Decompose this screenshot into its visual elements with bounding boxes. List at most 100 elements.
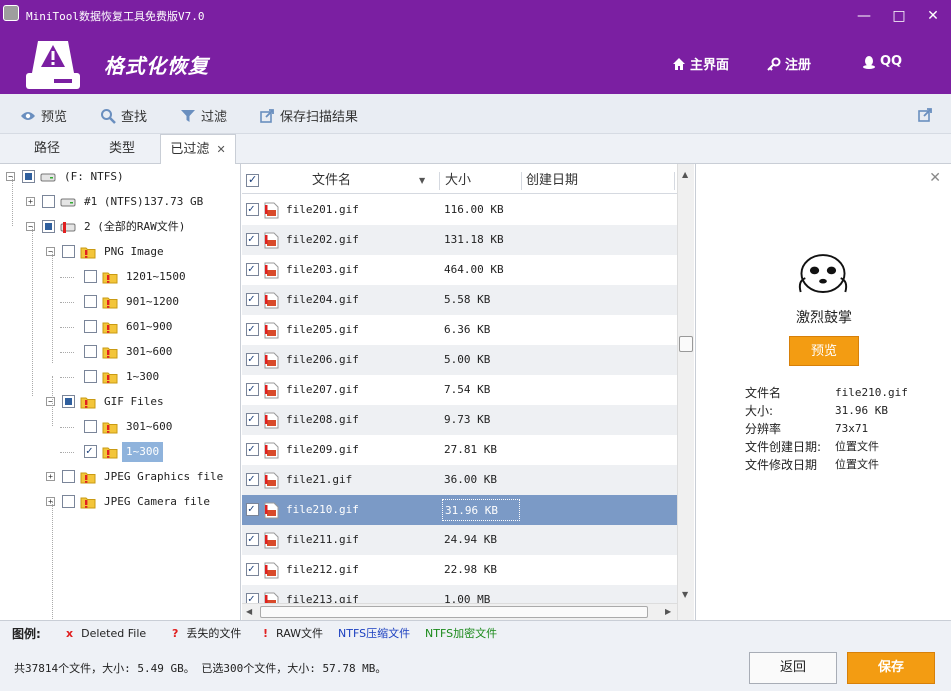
- minimize-button[interactable]: —: [853, 6, 875, 26]
- gif-file-icon: [264, 442, 279, 459]
- collapse-icon[interactable]: −: [6, 172, 15, 181]
- expand-icon[interactable]: +: [26, 197, 35, 206]
- collapse-icon[interactable]: −: [46, 247, 55, 256]
- row-checkbox[interactable]: [246, 382, 259, 396]
- row-checkbox[interactable]: [246, 232, 259, 246]
- table-row[interactable]: file207.gif 7.54 KB: [242, 375, 677, 405]
- tab-filtered[interactable]: 已过滤 ✕: [160, 134, 236, 165]
- tab-path[interactable]: 路径: [12, 134, 82, 164]
- tree-item[interactable]: 1201~1500: [0, 265, 240, 290]
- column-size[interactable]: 大小: [445, 168, 471, 194]
- tree-item-checkbox[interactable]: [84, 444, 97, 458]
- scroll-right-icon[interactable]: ▶: [665, 607, 671, 616]
- row-checkbox[interactable]: [246, 322, 259, 336]
- row-checkbox[interactable]: [246, 472, 259, 486]
- tree-item-checkbox[interactable]: [62, 245, 75, 258]
- tree-item[interactable]: − (F: NTFS): [0, 165, 240, 190]
- scroll-left-icon[interactable]: ◀: [246, 607, 252, 616]
- file-size: 7.54 KB: [444, 383, 491, 396]
- tree-item-checkbox[interactable]: [62, 495, 75, 508]
- save-button[interactable]: 保存: [847, 652, 935, 684]
- tree-item-checkbox[interactable]: [84, 370, 97, 383]
- tree-item[interactable]: + #1 (NTFS)137.73 GB: [0, 190, 240, 215]
- preview-close-icon[interactable]: ✕: [929, 170, 941, 186]
- table-row[interactable]: file205.gif 6.36 KB: [242, 315, 677, 345]
- tree-item-checkbox[interactable]: [84, 420, 97, 433]
- row-checkbox[interactable]: [246, 262, 259, 276]
- tree-item-checkbox[interactable]: [84, 270, 97, 283]
- tree-item-checkbox[interactable]: [42, 195, 55, 208]
- home-nav[interactable]: 主界面: [672, 54, 729, 73]
- tree-item[interactable]: 301~600: [0, 415, 240, 440]
- tree-item-checkbox[interactable]: [62, 395, 75, 408]
- table-row[interactable]: file201.gif 116.00 KB: [242, 195, 677, 225]
- tree-item-label: 301~600: [126, 345, 173, 358]
- row-checkbox[interactable]: [246, 292, 259, 306]
- file-name: file210.gif: [286, 503, 359, 516]
- tab-close-icon[interactable]: ✕: [216, 143, 225, 156]
- table-row[interactable]: file208.gif 9.73 KB: [242, 405, 677, 435]
- save-scan-button-label: 保存扫描结果: [280, 110, 359, 125]
- horizontal-scrollbar[interactable]: ◀ ▶: [242, 603, 677, 620]
- table-row[interactable]: file209.gif 27.81 KB: [242, 435, 677, 465]
- table-row[interactable]: file212.gif 22.98 KB: [242, 555, 677, 585]
- register-nav[interactable]: 注册: [767, 54, 811, 73]
- tree-item-checkbox[interactable]: [42, 220, 55, 233]
- back-button[interactable]: 返回: [749, 652, 837, 684]
- scroll-up-icon[interactable]: ▲: [682, 170, 688, 179]
- row-checkbox[interactable]: [246, 562, 259, 576]
- vertical-scrollbar[interactable]: ▲ ▼: [677, 164, 694, 620]
- maximize-button[interactable]: □: [888, 6, 910, 26]
- expand-icon[interactable]: +: [46, 497, 55, 506]
- row-checkbox[interactable]: [246, 532, 259, 546]
- tree-item-checkbox[interactable]: [62, 470, 75, 483]
- tree-item-checkbox[interactable]: [22, 170, 35, 183]
- tab-type[interactable]: 类型: [88, 134, 156, 164]
- tree-item[interactable]: + JPEG Camera file: [0, 490, 240, 515]
- find-button[interactable]: 查找: [100, 106, 147, 125]
- tree-item[interactable]: 901~1200: [0, 290, 240, 315]
- row-checkbox[interactable]: [246, 202, 259, 216]
- expand-icon[interactable]: +: [46, 472, 55, 481]
- tree-item[interactable]: 1~300: [0, 440, 240, 465]
- tree-item[interactable]: 301~600: [0, 340, 240, 365]
- vertical-scroll-thumb[interactable]: [679, 336, 693, 352]
- filter-button[interactable]: 过滤: [180, 106, 227, 125]
- save-scan-button[interactable]: 保存扫描结果: [260, 106, 358, 125]
- row-checkbox[interactable]: [246, 352, 259, 366]
- table-row[interactable]: file204.gif 5.58 KB: [242, 285, 677, 315]
- table-row[interactable]: file206.gif 5.00 KB: [242, 345, 677, 375]
- table-row[interactable]: file21.gif 36.00 KB: [242, 465, 677, 495]
- close-button[interactable]: ✕: [922, 6, 944, 26]
- tree-item[interactable]: − GIF Files: [0, 390, 240, 415]
- table-row[interactable]: file202.gif 131.18 KB: [242, 225, 677, 255]
- tree-item[interactable]: 1~300: [0, 365, 240, 390]
- scroll-down-icon[interactable]: ▼: [682, 590, 688, 599]
- tree-item-checkbox[interactable]: [84, 295, 97, 308]
- row-checkbox[interactable]: [246, 412, 259, 426]
- table-row[interactable]: file211.gif 24.94 KB: [242, 525, 677, 555]
- row-checkbox[interactable]: [246, 502, 259, 516]
- column-name[interactable]: 文件名: [312, 168, 351, 194]
- tree-item-checkbox[interactable]: [84, 345, 97, 358]
- preview-button-large[interactable]: 预览: [789, 336, 859, 366]
- qq-nav[interactable]: QQ: [862, 54, 902, 69]
- preview-image: [798, 254, 848, 293]
- horizontal-scroll-thumb[interactable]: [260, 606, 648, 618]
- collapse-icon[interactable]: −: [46, 397, 55, 406]
- tree-item[interactable]: − 2 (全部的RAW文件): [0, 215, 240, 240]
- share-icon[interactable]: [918, 107, 933, 122]
- table-row[interactable]: file203.gif 464.00 KB: [242, 255, 677, 285]
- column-created[interactable]: 创建日期: [526, 168, 578, 194]
- tree-item[interactable]: − PNG Image: [0, 240, 240, 265]
- tree-item[interactable]: + JPEG Graphics file: [0, 465, 240, 490]
- tree-item[interactable]: 601~900: [0, 315, 240, 340]
- file-name: file212.gif: [286, 563, 359, 576]
- tree-item-checkbox[interactable]: [84, 320, 97, 333]
- toolbar: 预览 查找 过滤 保存扫描结果: [0, 94, 951, 134]
- row-checkbox[interactable]: [246, 442, 259, 456]
- collapse-icon[interactable]: −: [26, 222, 35, 231]
- table-row[interactable]: file210.gif 31.96 KB: [242, 495, 677, 525]
- select-all-checkbox[interactable]: [246, 173, 259, 187]
- preview-button[interactable]: 预览: [20, 106, 67, 125]
